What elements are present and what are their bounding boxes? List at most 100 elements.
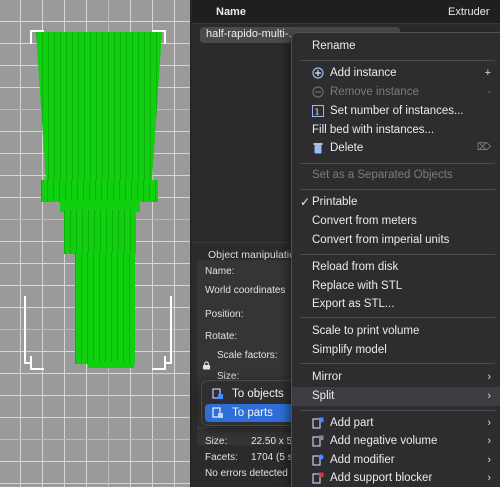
menu-label: Set as a Separated Objects xyxy=(312,169,453,181)
menu-separator xyxy=(300,60,495,61)
svg-text:1: 1 xyxy=(315,108,320,117)
menu-label: Printable xyxy=(312,196,358,208)
menu-label: Add negative volume xyxy=(330,435,438,447)
split-to-objects-item[interactable]: To objects xyxy=(205,385,293,403)
menu-shortcut: + xyxy=(484,67,491,79)
menu-label: Simplify model xyxy=(312,344,387,356)
info-facets-value: 1704 (5 s xyxy=(251,452,293,463)
objects-icon xyxy=(212,388,223,399)
selection-corner-tl xyxy=(30,30,44,44)
negative-volume-icon xyxy=(312,435,324,447)
menu-label: Remove instance xyxy=(330,86,419,98)
parts-icon xyxy=(212,407,223,418)
chevron-right-icon: › xyxy=(487,371,491,383)
menu-item-replace-with-stl[interactable]: Replace with STL xyxy=(292,277,500,296)
selection-mid-l xyxy=(24,296,32,364)
menu-label: Convert from imperial units xyxy=(312,234,450,246)
menu-separator xyxy=(300,363,495,364)
menu-item-add-instance[interactable]: Add instance + xyxy=(292,64,500,83)
model-foot[interactable] xyxy=(88,362,134,368)
menu-item-convert-from-imperial[interactable]: Convert from imperial units xyxy=(292,231,500,250)
menu-separator xyxy=(300,189,495,190)
menu-label: Fill bed with instances... xyxy=(312,124,435,136)
menu-label: Export as STL... xyxy=(312,298,395,310)
position-label: Position: xyxy=(205,309,244,320)
info-errors: No errors detected xyxy=(205,468,288,479)
menu-label: Split xyxy=(312,390,335,402)
3d-viewport[interactable] xyxy=(0,0,190,487)
modifier-icon xyxy=(312,454,324,466)
split-to-objects-label: To objects xyxy=(232,388,284,400)
menu-item-set-number-of-instances[interactable]: 1 Set number of instances... xyxy=(292,102,500,121)
menu-item-add-negative-volume[interactable]: Add negative volume › xyxy=(292,432,500,451)
chevron-right-icon: › xyxy=(487,435,491,447)
model-shaft-lower[interactable] xyxy=(75,252,135,364)
menu-item-delete[interactable]: Delete ⌦ xyxy=(292,139,500,158)
menu-item-add-modifier[interactable]: Add modifier › xyxy=(292,451,500,470)
chevron-right-icon: › xyxy=(487,472,491,484)
column-header-name[interactable]: Name xyxy=(216,6,246,18)
support-blocker-icon xyxy=(312,472,324,484)
model-shaft-upper[interactable] xyxy=(64,210,136,254)
menu-item-fill-bed[interactable]: Fill bed with instances... xyxy=(292,121,500,140)
menu-label: Reload from disk xyxy=(312,261,399,273)
split-to-parts-item[interactable]: To parts xyxy=(205,404,293,422)
selection-corner-tr xyxy=(152,30,166,44)
menu-label: Delete xyxy=(330,142,364,154)
menu-item-convert-from-meters[interactable]: Convert from meters xyxy=(292,212,500,231)
menu-shortcut: - xyxy=(487,86,491,98)
menu-separator xyxy=(300,163,495,164)
info-divider xyxy=(197,427,297,428)
menu-label: Rename xyxy=(312,40,356,52)
object-context-menu: Rename Add instance + Remove instance - … xyxy=(291,32,500,487)
menu-item-scale-to-print-volume[interactable]: Scale to print volume xyxy=(292,322,500,341)
menu-item-split[interactable]: Split › xyxy=(292,387,500,406)
menu-label: Convert from meters xyxy=(312,215,417,227)
menu-label: Add part xyxy=(330,417,374,429)
menu-item-simplify-model[interactable]: Simplify model xyxy=(292,341,500,360)
menu-item-rename[interactable]: Rename xyxy=(292,37,500,56)
selection-mid-r xyxy=(164,296,172,364)
info-size-label: Size: xyxy=(205,436,228,447)
chevron-right-icon: › xyxy=(487,390,491,402)
menu-label: Add instance xyxy=(330,67,397,79)
menu-item-add-support-blocker[interactable]: Add support blocker › xyxy=(292,469,500,487)
menu-separator xyxy=(300,317,495,318)
menu-label: Set number of instances... xyxy=(330,105,464,117)
menu-item-set-as-separated-objects: Set as a Separated Objects xyxy=(292,166,500,185)
add-part-icon xyxy=(312,417,324,429)
menu-item-add-part[interactable]: Add part › xyxy=(292,414,500,433)
menu-item-printable[interactable]: ✓ Printable xyxy=(292,193,500,212)
chevron-right-icon: › xyxy=(487,454,491,466)
model-body-top[interactable] xyxy=(36,32,162,182)
info-size-value: 22.50 x 5 xyxy=(251,436,293,447)
menu-label: Mirror xyxy=(312,371,343,383)
scale-factors-label: Scale factors: xyxy=(217,350,278,361)
object-list-header: Name Extruder xyxy=(192,0,500,24)
menu-item-export-as-stl[interactable]: Export as STL... xyxy=(292,295,500,314)
lock-icon[interactable] xyxy=(202,361,211,370)
chevron-right-icon: › xyxy=(487,417,491,429)
rotate-label: Rotate: xyxy=(205,331,238,342)
selection-corner-bl xyxy=(30,356,44,370)
coordinates-select[interactable]: World coordinates xyxy=(205,285,285,296)
menu-item-mirror[interactable]: Mirror › xyxy=(292,368,500,387)
column-header-extruder[interactable]: Extruder xyxy=(448,6,490,18)
number-icon: 1 xyxy=(312,105,324,117)
trash-icon xyxy=(313,143,323,154)
object-name[interactable]: half-rapido-multi-... xyxy=(206,28,298,40)
info-facets-label: Facets: xyxy=(205,452,238,463)
split-to-parts-label: To parts xyxy=(232,407,273,419)
checkmark-icon: ✓ xyxy=(300,195,311,209)
menu-item-reload-from-disk[interactable]: Reload from disk xyxy=(292,258,500,277)
delete-shortcut-icon: ⌦ xyxy=(476,142,491,153)
minus-circle-icon xyxy=(312,86,324,98)
model-collar[interactable] xyxy=(41,180,158,202)
menu-separator xyxy=(300,410,495,411)
name-label: Name: xyxy=(205,266,235,277)
menu-separator xyxy=(300,254,495,255)
menu-label: Add modifier xyxy=(330,454,395,466)
menu-label: Replace with STL xyxy=(312,280,403,292)
plus-circle-icon xyxy=(312,67,324,79)
menu-item-remove-instance: Remove instance - xyxy=(292,83,500,102)
